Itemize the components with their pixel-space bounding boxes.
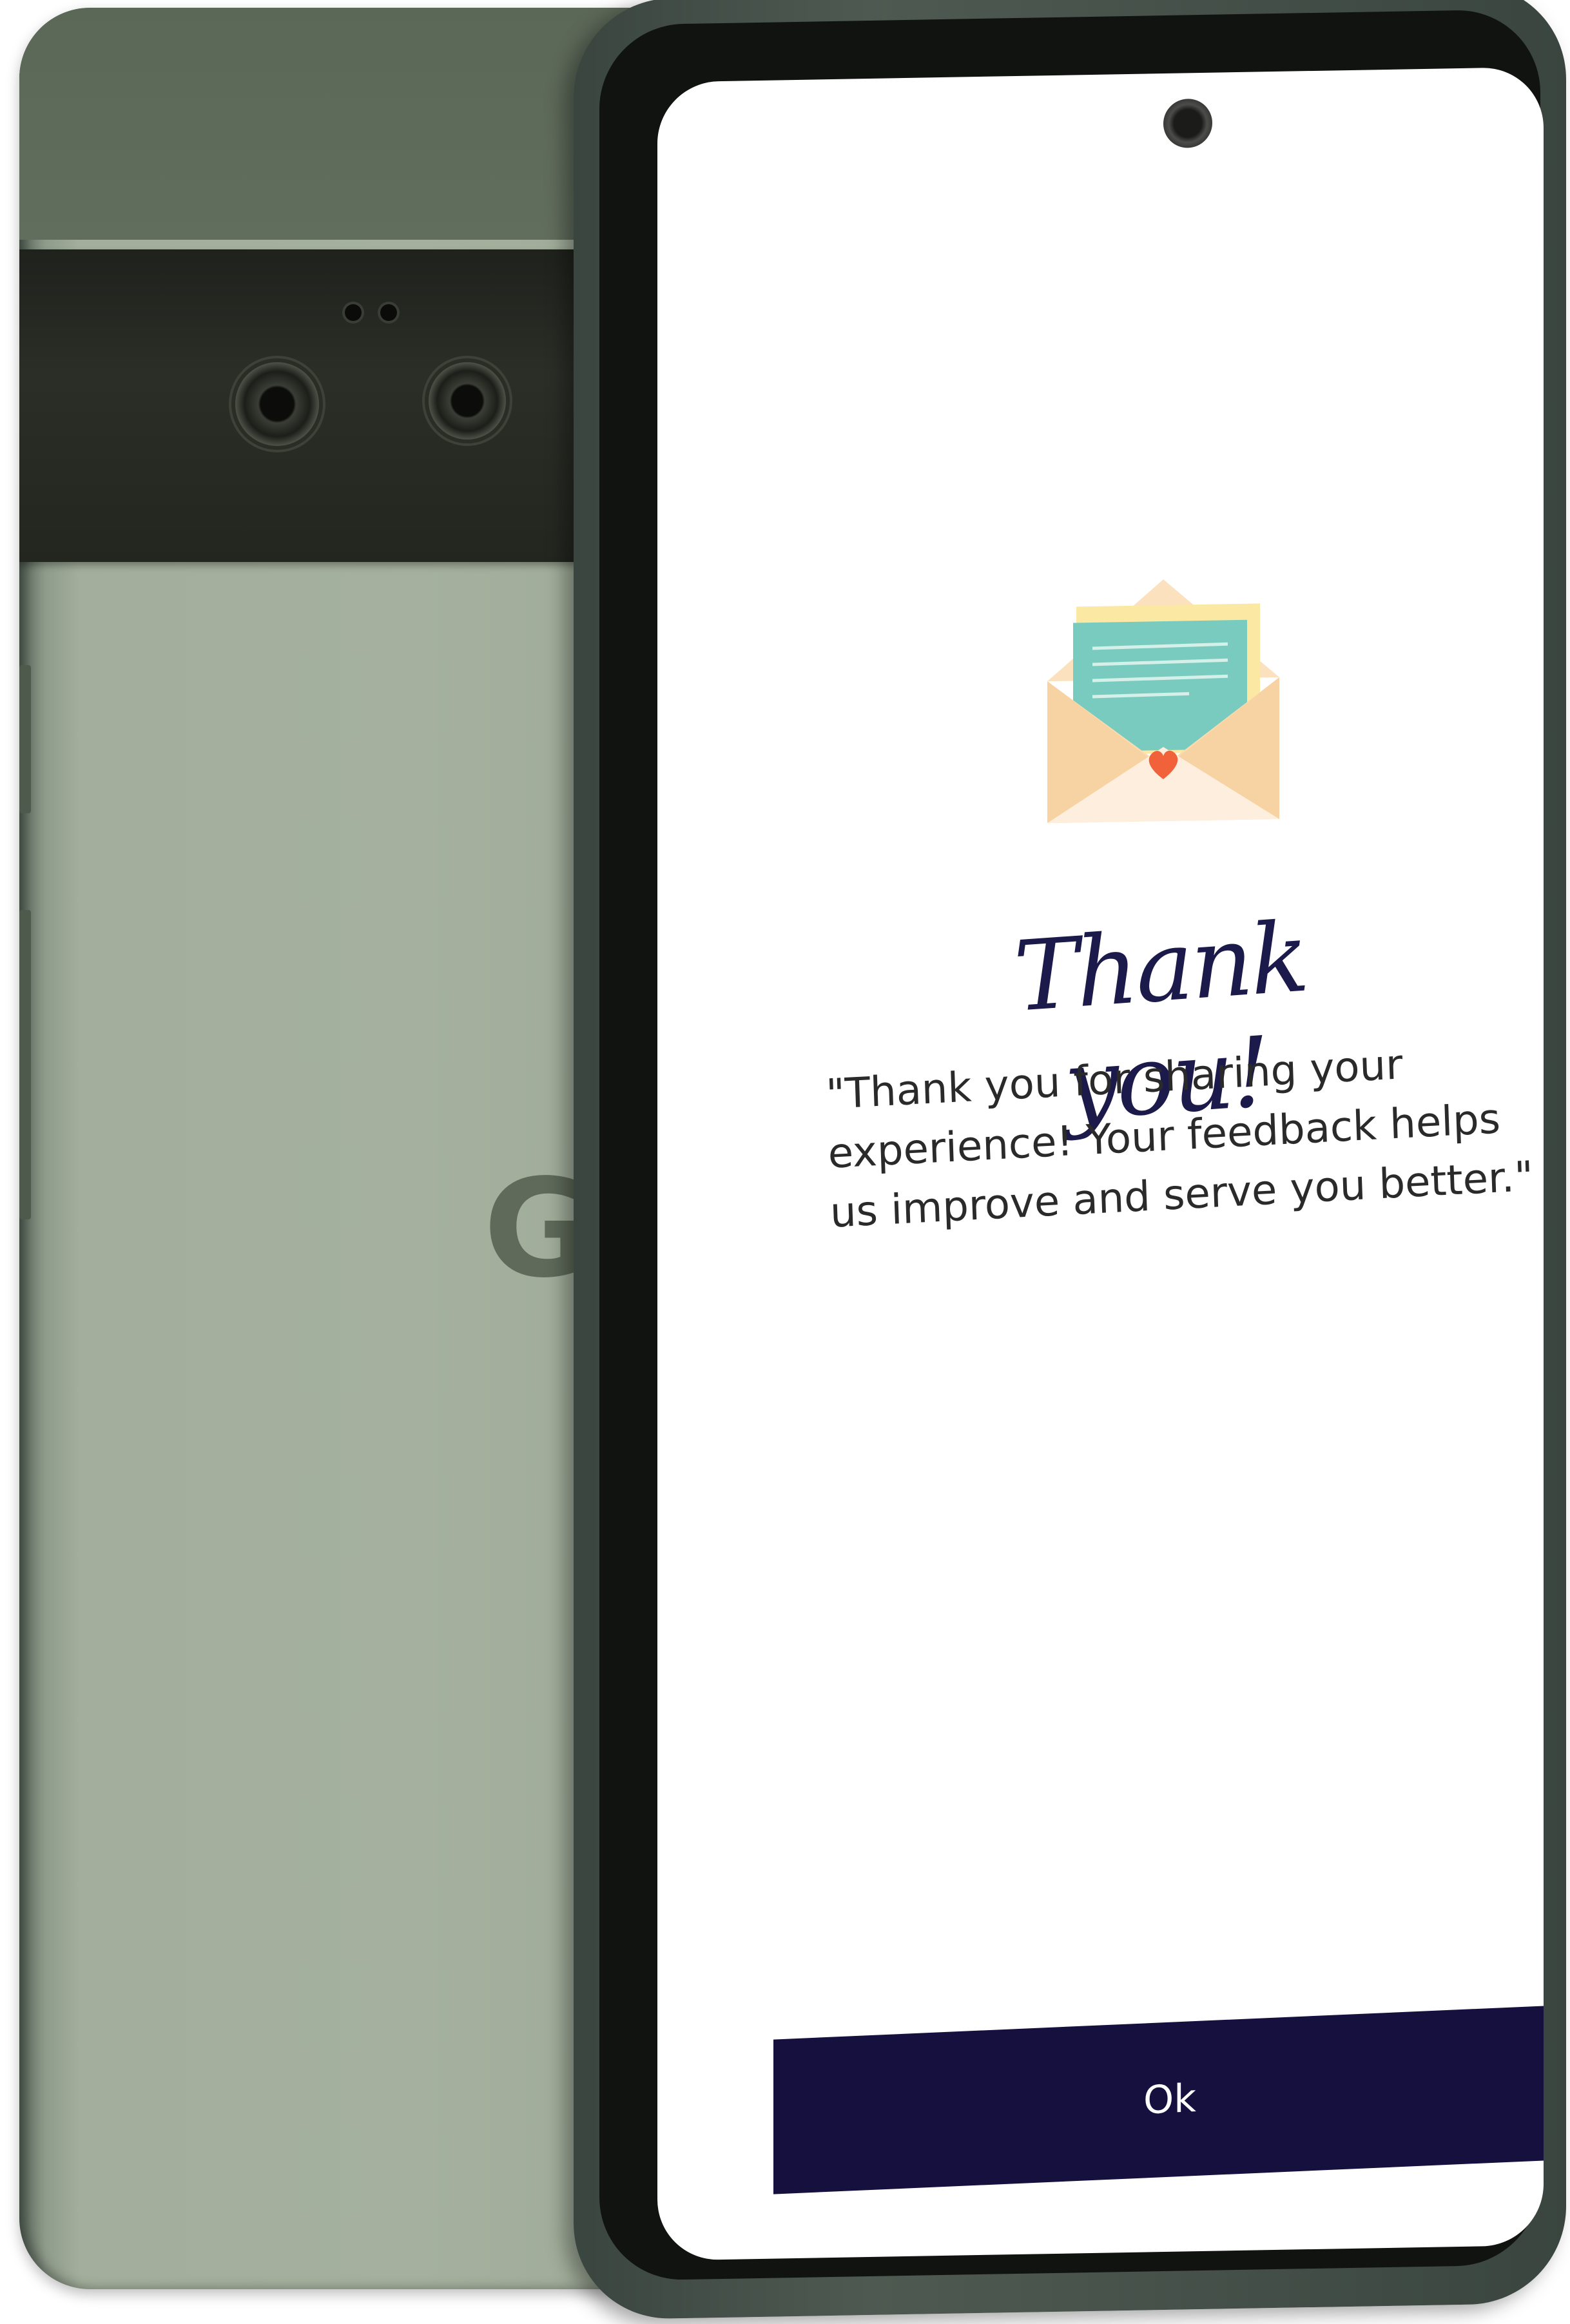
- envelope-icon: [1047, 579, 1279, 824]
- camera-lens-icon: [235, 362, 319, 446]
- front-phone: Thank you! "Thank you for sharing your e…: [574, 0, 1566, 2321]
- flash-dot: [345, 304, 362, 321]
- sensor-dot: [380, 304, 397, 321]
- front-camera-icon: [1163, 98, 1212, 149]
- volume-button: [19, 910, 31, 1219]
- device-mockup: G Thank you! "Thank you for sharing your…: [0, 0, 1570, 2324]
- power-button: [19, 665, 31, 813]
- phone-bezel: Thank you! "Thank you for sharing your e…: [599, 8, 1544, 2281]
- ok-button[interactable]: Ok: [773, 2004, 1544, 2194]
- feedback-message: "Thank you for sharing your experience! …: [825, 1041, 1535, 1237]
- camera-lens-icon: [429, 362, 506, 440]
- phone-screen: Thank you! "Thank you for sharing your e…: [657, 66, 1544, 2261]
